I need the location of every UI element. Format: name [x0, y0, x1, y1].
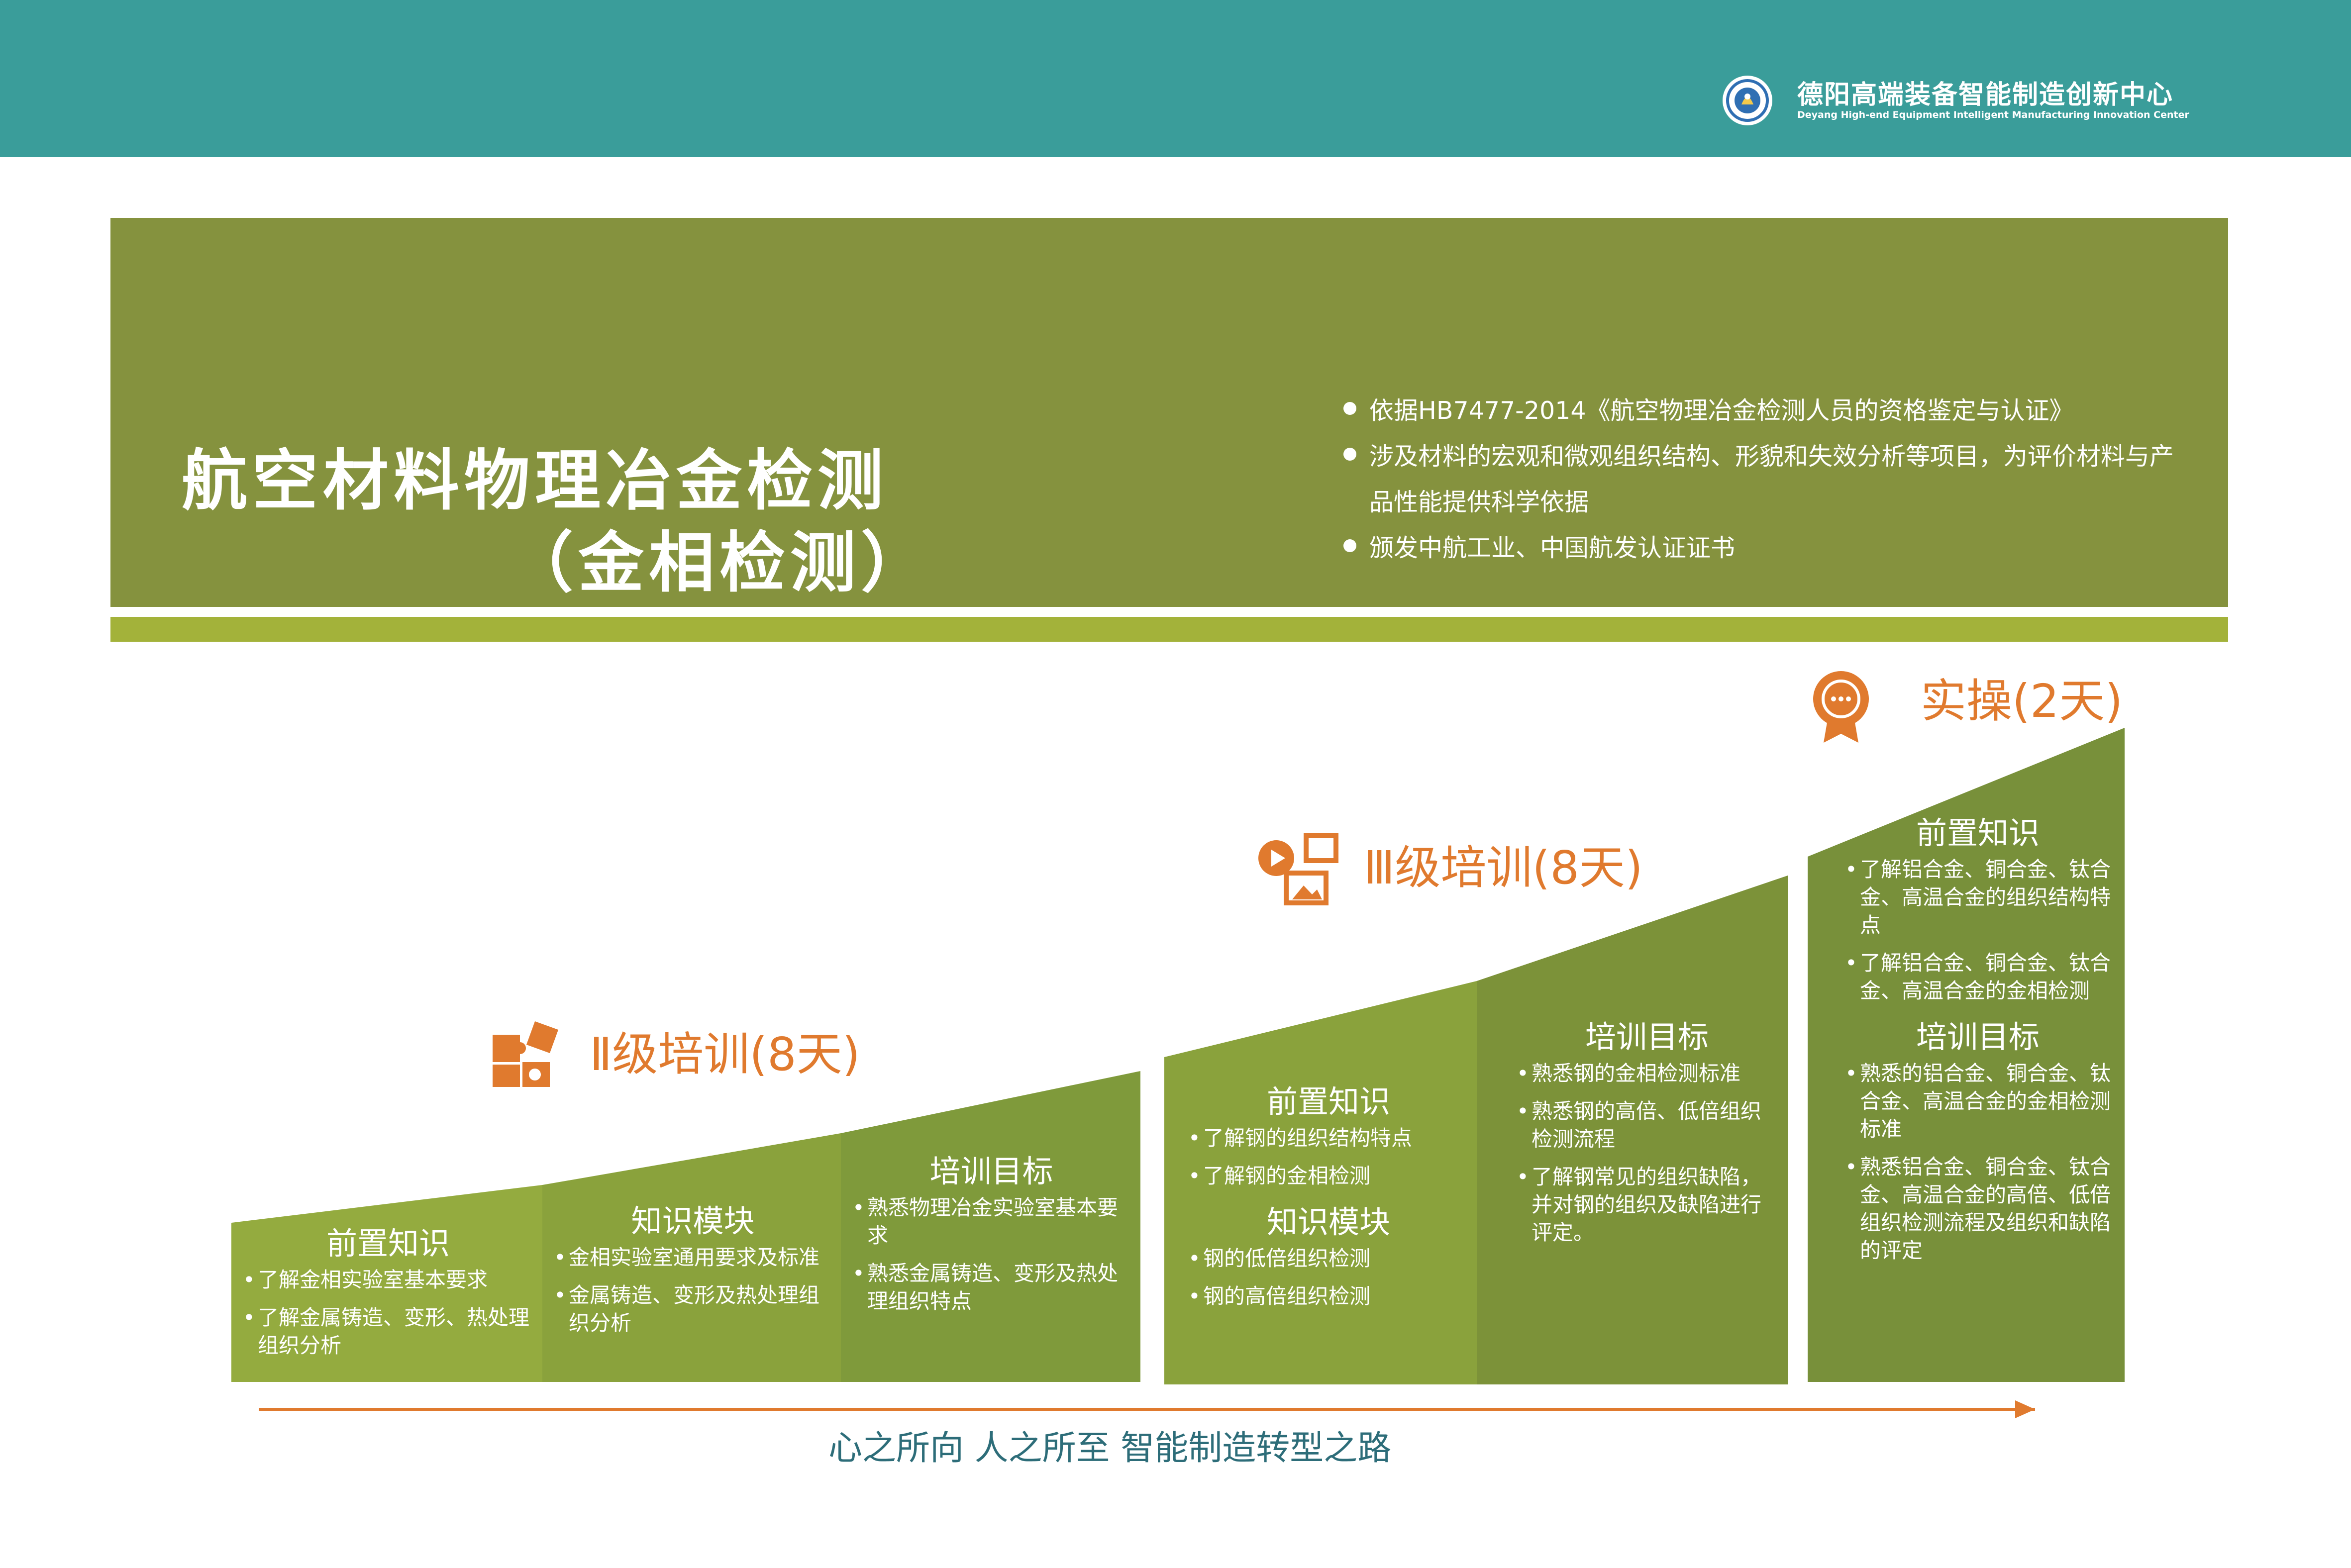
- block-title: 培训目标: [929, 1153, 1053, 1189]
- media-icon: [1258, 833, 1338, 905]
- list-item: 熟悉物理冶金实验室基本要求: [848, 1194, 1134, 1250]
- practice-block: 前置知识 了解铝合金、铜合金、钛合金、高温合金的组织结构特点 了解铝合金、铜合金…: [1841, 811, 2115, 1274]
- level2-heading: Ⅱ级培训(8天): [590, 1028, 860, 1081]
- block-title: 知识模块: [631, 1203, 755, 1239]
- l2-prereq-block: 前置知识 了解金相实验室基本要求 了解金属铸造、变形、热处理组织分析: [239, 1221, 537, 1370]
- block-title: 前置知识: [326, 1225, 450, 1262]
- l3-goal-block: 培训目标 熟悉钢的金相检测标准 熟悉钢的高倍、低倍组织检测流程 了解钢常见的组织…: [1513, 1015, 1781, 1257]
- l3-prereq-block: 前置知识 了解钢的组织结构特点 了解钢的金相检测 知识模块 钢的低倍组织检测 钢…: [1184, 1079, 1473, 1320]
- practice-heading: 实操(2天): [1921, 675, 2123, 728]
- award-badge-icon: [1813, 671, 1869, 743]
- list-item: 钢的低倍组织检测: [1184, 1245, 1473, 1273]
- list-item: 了解金相实验室基本要求: [239, 1266, 537, 1294]
- block-title: 培训目标: [1916, 1019, 2040, 1055]
- progress-arrow-line: [259, 1408, 2035, 1411]
- l2-goal-block: 培训目标 熟悉物理冶金实验室基本要求 熟悉金属铸造、变形及热处理组织特点: [848, 1149, 1134, 1325]
- list-item: 熟悉钢的金相检测标准: [1513, 1060, 1781, 1087]
- block-title: 知识模块: [1266, 1204, 1390, 1240]
- list-item: 金属铸造、变形及热处理组织分析: [550, 1281, 836, 1337]
- list-item: 了解钢常见的组织缺陷，并对钢的组织及缺陷进行评定。: [1513, 1163, 1781, 1247]
- footer-slogan: 心之所向 人之所至 智能制造转型之路: [828, 1429, 1392, 1468]
- block-title: 前置知识: [1916, 815, 2040, 851]
- block-title: 前置知识: [1266, 1083, 1390, 1120]
- list-item: 了解铝合金、铜合金、钛合金、高温合金的金相检测: [1841, 949, 2115, 1005]
- level3-heading: Ⅲ级培训(8天): [1363, 841, 1643, 894]
- list-item: 了解钢的金相检测: [1184, 1162, 1473, 1190]
- list-item: 熟悉钢的高倍、低倍组织检测流程: [1513, 1097, 1781, 1153]
- list-item: 了解金属铸造、变形、热处理组织分析: [239, 1304, 537, 1360]
- list-item: 了解铝合金、铜合金、钛合金、高温合金的组织结构特点: [1841, 856, 2115, 939]
- puzzle-icon: [493, 1021, 559, 1087]
- list-item: 金相实验室通用要求及标准: [550, 1244, 836, 1272]
- list-item: 钢的高倍组织检测: [1184, 1282, 1473, 1310]
- list-item: 熟悉金属铸造、变形及热处理组织特点: [848, 1260, 1134, 1315]
- list-item: 熟悉的铝合金、铜合金、钛合金、高温合金的金相检测标准: [1841, 1060, 2115, 1143]
- list-item: 了解钢的组织结构特点: [1184, 1124, 1473, 1152]
- list-item: 熟悉铝合金、铜合金、钛合金、高温合金的高倍、低倍组织检测流程及组织和缺陷的评定: [1841, 1153, 2115, 1265]
- l2-module-block: 知识模块 金相实验室通用要求及标准 金属铸造、变形及热处理组织分析: [550, 1199, 836, 1347]
- block-title: 培训目标: [1585, 1019, 1709, 1055]
- progress-arrow-head: [2015, 1400, 2035, 1418]
